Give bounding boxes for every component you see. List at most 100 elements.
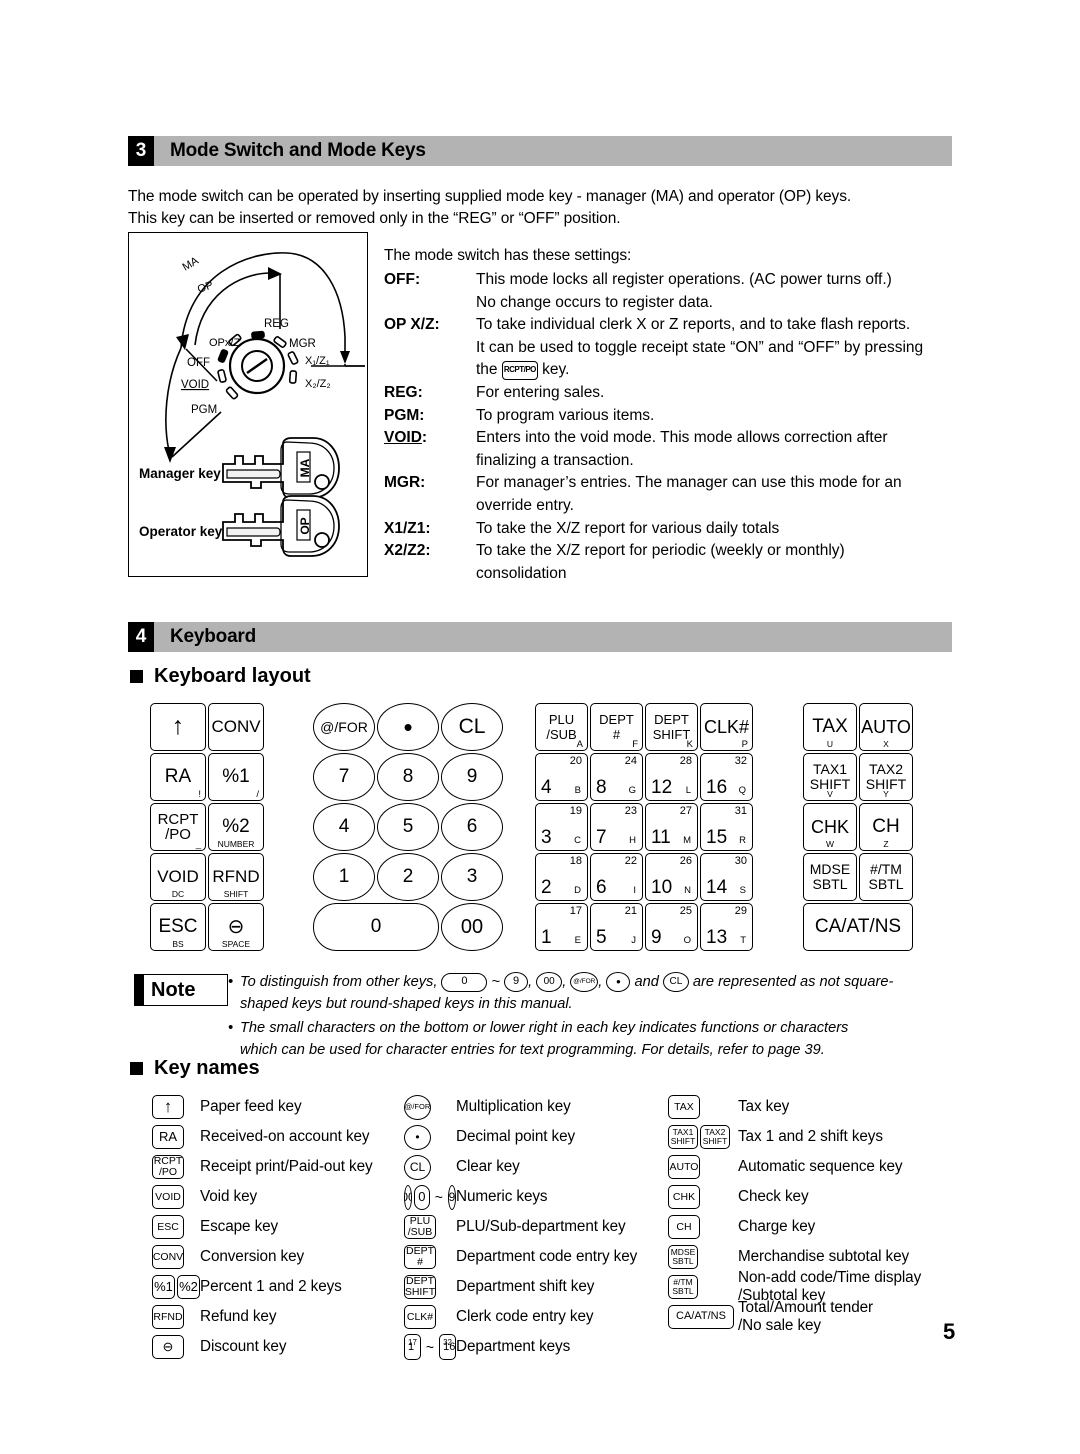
keyboard-key[interactable]: RCPT/PO _ xyxy=(150,803,206,851)
key-char: Y xyxy=(883,789,889,799)
key-icon: DEPT # xyxy=(404,1245,436,1269)
keyboard-key[interactable]: 26 10 N xyxy=(645,853,698,901)
key-label: VOID xyxy=(157,867,199,887)
key-label: CH xyxy=(676,1220,692,1233)
key-icon: 9 xyxy=(447,1184,457,1210)
key-label: CA/AT/NS xyxy=(676,1310,726,1323)
mode-label: REG: xyxy=(384,383,423,401)
key-char: ! xyxy=(198,788,201,800)
keyboard-key[interactable]: CH Z xyxy=(859,803,913,851)
keyboard-key[interactable]: 3 xyxy=(441,853,503,901)
keyboard-key[interactable]: ↑ xyxy=(150,703,206,751)
key-icon: %2 xyxy=(177,1275,200,1299)
keyboard-key[interactable]: ESC BS xyxy=(150,903,206,951)
key-names-column-1: ↑ Paper feed key RA Received-on account key… xyxy=(152,1092,402,1362)
keyboard-key[interactable]: 6 xyxy=(441,803,503,851)
keyboard-key[interactable]: CHK W xyxy=(803,803,857,851)
keyboard-key[interactable]: 32 16 Q xyxy=(700,753,753,801)
keyboard-key[interactable]: 24 8 G xyxy=(590,753,643,801)
manager-key-tag: MA xyxy=(298,458,312,477)
key-label: 8 xyxy=(402,766,414,788)
key-number: 4 xyxy=(541,777,552,798)
keyboard-key[interactable]: TAX U xyxy=(803,703,857,751)
keyboard-key[interactable]: 23 7 H xyxy=(590,803,643,851)
key-label: CH xyxy=(872,816,900,838)
keyboard-key[interactable]: 21 5 J xyxy=(590,903,643,951)
key-names-column-3: TAX Tax key TAX1 SHIFT TAX2 SHIFT Tax 1 and 2 … xyxy=(668,1092,968,1334)
keyboard-block-right: TAX U AUTO X TAX1 SHIFT V TAX2 SHIFT Y CHK W CH Z MDSE… xyxy=(803,703,913,951)
keyboard-key[interactable]: CL xyxy=(441,703,503,751)
keyboard-key[interactable]: 0 xyxy=(313,903,439,951)
mode-description: To take individual clerk X or Z reports,… xyxy=(476,316,911,334)
mode-label: OP X/Z: xyxy=(384,316,440,334)
keyboard-key[interactable]: RA! xyxy=(150,753,206,801)
bullet-icon: • xyxy=(228,1020,234,1036)
keyboard-key[interactable]: AUTO X xyxy=(859,703,913,751)
key-name-row: ESC Escape key xyxy=(152,1212,402,1242)
keyboard-key[interactable]: @/FOR xyxy=(313,703,375,751)
keyboard-key[interactable]: 18 2 D xyxy=(535,853,588,901)
key-label: TAX1 SHIFT xyxy=(670,1127,696,1146)
keyboard-key[interactable]: 9 xyxy=(441,753,503,801)
keyboard-key[interactable]: ⊖ SPACE xyxy=(208,903,264,951)
keyboard-key[interactable]: 19 3 C xyxy=(535,803,588,851)
mode-row: X2/Z2: To take the X/Z report for periodi… xyxy=(384,540,956,563)
keyboard-key[interactable]: DEPT SHIFT K xyxy=(645,703,698,751)
note-box: Note xyxy=(134,974,228,1006)
keyboard-key[interactable]: %1 / xyxy=(208,753,264,801)
key-name-label: Automatic sequence key xyxy=(738,1158,903,1175)
keyboard-key[interactable]: 1 xyxy=(313,853,375,901)
keyboard-key[interactable]: 00 xyxy=(441,903,503,951)
keyboard-key[interactable]: CONV xyxy=(208,703,264,751)
keyboard-key[interactable]: 25 9 O xyxy=(645,903,698,951)
mode-description: override entry. xyxy=(476,496,574,514)
key-number: 11 xyxy=(651,827,671,848)
keyboard-key[interactable]: MDSE SBTL xyxy=(803,853,857,901)
keyboard-key[interactable]: PLU/SUB A xyxy=(535,703,588,751)
keyboard-key[interactable]: 27 11 M xyxy=(645,803,698,851)
key-name-label: Total/Amount tender/No sale key xyxy=(738,1299,874,1334)
keyboard-key[interactable]: 28 12 L xyxy=(645,753,698,801)
key-top-number: 23 xyxy=(624,805,637,817)
keyboard-key[interactable]: #/TM SBTL xyxy=(859,853,913,901)
keyboard-key[interactable]: RFND SHIFT xyxy=(208,853,264,901)
settings-lead: The mode switch has these settings: xyxy=(384,247,632,264)
mode-description: Enters into the void mode. This mode all… xyxy=(476,429,888,447)
keyboard-key[interactable]: 5 xyxy=(377,803,439,851)
keyboard-key[interactable]: 2 xyxy=(377,853,439,901)
note-text: • To distinguish from other keys, 0 ~ 9, … xyxy=(228,972,956,1061)
keyboard-key[interactable]: CLK# P xyxy=(700,703,753,751)
key-top-number: 30 xyxy=(734,855,747,867)
key-name-row: #/TM SBTL Non-add code/Time display/Subtot… xyxy=(668,1269,968,1304)
keyboard-key[interactable]: CA/AT/NS xyxy=(803,903,913,951)
key-top-number: 26 xyxy=(679,855,692,867)
keyboard-key[interactable]: TAX1 SHIFT V xyxy=(803,753,857,801)
keyboard-key[interactable]: 31 15 R xyxy=(700,803,753,851)
key-char: _ xyxy=(195,838,201,850)
mode-description: the RCPT/PO key. xyxy=(476,360,570,380)
keyboard-key[interactable]: TAX2 SHIFT Y xyxy=(859,753,913,801)
key-name-label: Tax key xyxy=(738,1098,790,1115)
keyboard-key[interactable]: 30 14 S xyxy=(700,853,753,901)
mode-row: finalizing a transaction. xyxy=(384,450,956,473)
keyboard-key[interactable]: 8 xyxy=(377,753,439,801)
keyboard-key[interactable]: 4 xyxy=(313,803,375,851)
key-name-icons: 000~9 xyxy=(404,1184,457,1210)
keyboard-key[interactable]: 22 6 I xyxy=(590,853,643,901)
key-label: %1 xyxy=(222,766,250,788)
key-label: 0 xyxy=(418,1189,426,1205)
key-icon: CL xyxy=(404,1154,431,1180)
key-char: C xyxy=(574,834,581,846)
keyboard-key[interactable]: VOID DC xyxy=(150,853,206,901)
keyboard-block-numeric: @/FOR • CL 7 8 9 4 5 6 1 2 3 0 00 xyxy=(313,703,503,951)
keyboard-key[interactable]: DEPT # F xyxy=(590,703,643,751)
keyboard-key[interactable]: %2 NUMBER xyxy=(208,803,264,851)
key-icon: RFND xyxy=(152,1305,184,1329)
key-char: P xyxy=(741,738,748,750)
key-top-number: 17 xyxy=(569,905,582,917)
keyboard-key[interactable]: • xyxy=(377,703,439,751)
keyboard-key[interactable]: 20 4 B xyxy=(535,753,588,801)
keyboard-key[interactable]: 7 xyxy=(313,753,375,801)
keyboard-key[interactable]: 29 13 T xyxy=(700,903,753,951)
keyboard-key[interactable]: 17 1 E xyxy=(535,903,588,951)
